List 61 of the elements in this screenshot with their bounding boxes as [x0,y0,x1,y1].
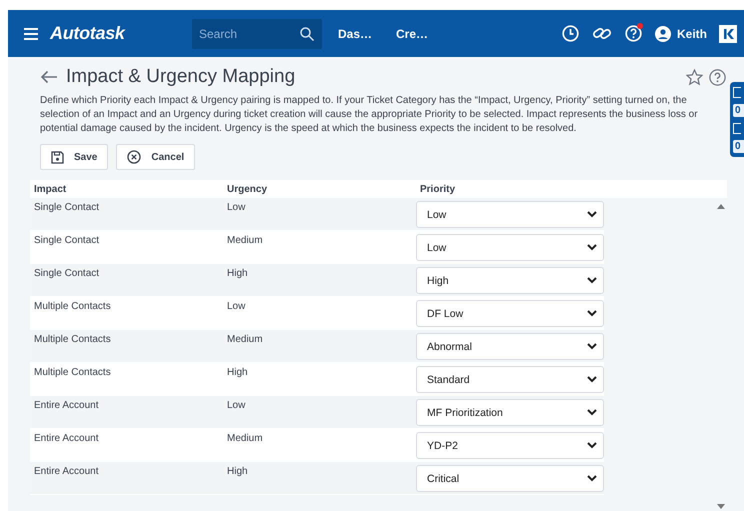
table-cell-text: High [226,267,249,281]
chevron-down-icon [587,310,597,317]
nav-link[interactable]: Cre… [396,26,428,40]
count-badge: 0 [733,140,744,153]
priority-dropdown[interactable]: High [416,267,604,294]
column-header: Urgency [226,184,268,194]
priority-dropdown[interactable]: Low [416,201,604,228]
scroll-down-icon [717,504,725,509]
scroll-up-icon [717,204,725,209]
table-cell-text: Multiple Contacts [33,300,112,314]
save-button[interactable]: Save [40,144,108,170]
help-icon[interactable] [709,68,726,86]
priority-dropdown[interactable]: DF Low [416,300,604,327]
user-name[interactable]: Keith [677,26,707,40]
chevron-down-icon [587,475,597,482]
priority-dropdown[interactable]: YD-P2 [416,432,604,459]
priority-dropdown[interactable]: Standard [416,366,604,393]
cancel-icon [127,150,142,164]
table-cell-text: High [226,366,249,380]
chevron-down-icon [587,211,597,218]
cancel-button[interactable]: Cancel [116,144,196,170]
user-icon[interactable] [655,26,671,42]
page-title: Impact & Urgency Mapping [66,66,296,88]
table-cell-text: Low [226,300,246,314]
table-cell-text: Low [226,201,246,215]
logo-icon[interactable] [719,24,737,42]
chevron-down-icon [587,409,597,416]
table-cell-text: Medium [226,432,264,446]
back-arrow-icon[interactable] [40,70,58,84]
table-cell-text: Multiple Contacts [33,333,112,347]
table-cell-text: Multiple Contacts [33,366,112,380]
link-icon[interactable] [592,25,612,42]
chevron-down-icon [587,442,597,449]
menu-icon[interactable] [24,28,38,40]
priority-dropdown[interactable]: Critical [416,465,604,492]
clock-icon[interactable] [562,25,579,42]
chevron-down-icon [587,376,597,383]
table-cell-text: Medium [226,234,264,248]
table-cell-text: Medium [226,333,264,347]
table-cell-text: Entire Account [33,465,100,479]
table-cell-text: Entire Account [33,399,100,413]
table-cell-text: High [226,465,249,479]
nav-link[interactable]: Das… [338,26,372,40]
column-header: Priority [419,184,456,194]
table-cell-text: Single Contact [33,234,100,248]
table-cell-text: Entire Account [33,432,100,446]
chevron-down-icon [587,343,597,350]
page-description: Define which Priority each Impact & Urgency pairing is mapped to. If your Ticket Category has the “Impact, Urgency, Priority” setting turned on, the selection of an Impact and an Urgency during ticket creation will cause the appropriate Priority to be selected. Impact represents the business loss or potential damage caused by the incident. Urgency is the speed at which the business expects the incident to be resolved. [40,94,699,136]
chevron-down-icon [587,277,597,284]
table-cell-text: Single Contact [33,267,100,281]
star-icon[interactable] [686,68,703,86]
column-header: Impact [33,184,68,194]
table-cell-text: Low [226,399,246,413]
priority-dropdown[interactable]: Low [416,234,604,261]
count-badge: 0 [733,104,744,117]
app-logo[interactable]: Autotask [50,23,192,44]
search-field[interactable]: Search [192,18,322,48]
table-cell-text: Single Contact [33,201,100,215]
chevron-down-icon [587,244,597,251]
priority-dropdown[interactable]: Abnormal [416,333,604,360]
priority-dropdown[interactable]: MF Prioritization [416,399,604,426]
